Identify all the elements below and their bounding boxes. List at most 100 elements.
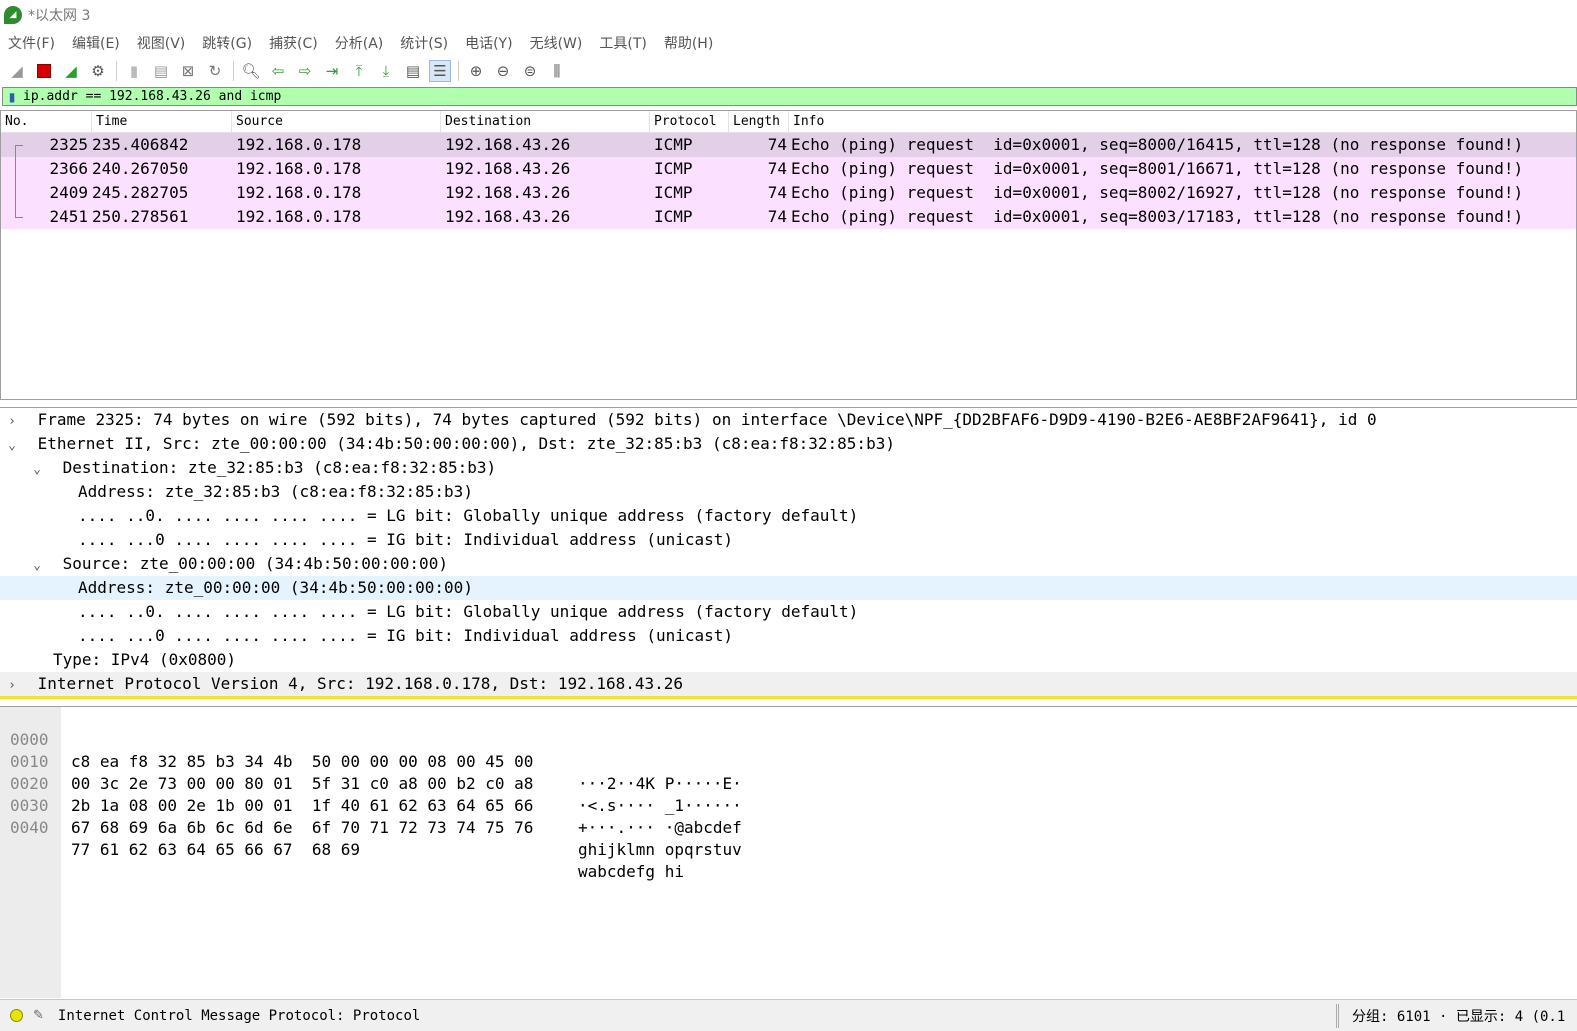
bytes-row[interactable]: 0000 c8 ea f8 32 85 b3 34 4b 50 00 00 00…: [0, 707, 742, 793]
detail-text: Address: zte_00:00:00 (34:4b:50:00:00:00…: [78, 578, 473, 597]
display-filter-input[interactable]: [23, 88, 1523, 105]
go-to-packet-icon[interactable]: ⇥: [321, 60, 343, 82]
packet-info: Echo (ping) request id=0x0001, seq=8002/…: [791, 183, 1524, 202]
packet-protocol: ICMP: [654, 183, 693, 202]
zoom-in-icon[interactable]: ⊕: [465, 60, 487, 82]
restart-capture-icon[interactable]: ◢: [60, 60, 82, 82]
save-file-icon[interactable]: ▤: [150, 60, 172, 82]
status-text: Internet Control Message Protocol: Proto…: [57, 1007, 421, 1024]
last-packet-icon[interactable]: ⤓: [375, 60, 397, 82]
close-file-icon[interactable]: ⊠: [177, 60, 199, 82]
packet-length: 74: [767, 207, 787, 226]
column-header-info[interactable]: Info: [789, 111, 1576, 132]
packet-list-pane: No. Time Source Destination Protocol Len…: [0, 110, 1577, 400]
menu-capture[interactable]: 捕获(C): [269, 33, 318, 53]
menu-telephony[interactable]: 电话(Y): [465, 33, 512, 53]
toolbar-separator: [233, 61, 234, 81]
menu-file[interactable]: 文件(F): [8, 33, 55, 53]
related-packet-line: [15, 181, 16, 205]
packet-row[interactable]: 2409 245.282705 192.168.0.178 192.168.43…: [1, 181, 1576, 205]
zoom-out-icon[interactable]: ⊖: [492, 60, 514, 82]
start-capture-icon[interactable]: ◢: [6, 60, 28, 82]
menu-edit[interactable]: 编辑(E): [72, 33, 120, 53]
menu-go[interactable]: 跳转(G): [202, 33, 252, 53]
menu-tools[interactable]: 工具(T): [599, 33, 646, 53]
detail-row-src-ig-bit[interactable]: .... ...0 .... .... .... .... = IG bit: …: [0, 624, 1577, 648]
bytes-hex: c8 ea f8 32 85 b3 34 4b 50 00 00 00 08 0…: [71, 752, 534, 771]
column-header-protocol[interactable]: Protocol: [650, 111, 729, 132]
menu-view[interactable]: 视图(V): [137, 33, 186, 53]
normal-size-icon[interactable]: ⊜: [519, 60, 541, 82]
bytes-hex: 00 3c 2e 73 00 00 80 01 5f 31 c0 a8 00 b…: [71, 774, 534, 793]
packet-time: 250.278561: [92, 207, 189, 226]
resize-columns-icon[interactable]: ⫼: [546, 60, 568, 82]
colorize-icon[interactable]: ☰: [429, 60, 451, 82]
detail-row-dst-lg-bit[interactable]: .... ..0. .... .... .... .... = LG bit: …: [0, 504, 1577, 528]
detail-text: Destination: zte_32:85:b3 (c8:ea:f8:32:8…: [62, 458, 497, 477]
status-separator: [1336, 1004, 1339, 1028]
related-packet-line: [15, 157, 16, 181]
packet-info: Echo (ping) request id=0x0001, seq=8000/…: [791, 135, 1524, 154]
capture-comment-icon[interactable]: ✎: [33, 1008, 44, 1023]
menu-wireless[interactable]: 无线(W): [530, 33, 583, 53]
packet-row[interactable]: 2325 235.406842 192.168.0.178 192.168.43…: [1, 133, 1576, 157]
packet-count: 分组: 6101 · 已显示: 4 (0.1: [1352, 1009, 1566, 1025]
packet-protocol: ICMP: [654, 159, 693, 178]
detail-row-eth-source[interactable]: ⌄ Source: zte_00:00:00 (34:4b:50:00:00:0…: [0, 552, 1577, 576]
detail-row-frame[interactable]: › Frame 2325: 74 bytes on wire (592 bits…: [0, 408, 1577, 432]
bytes-row[interactable]: 0010 00 3c 2e 73 00 00 80 01 5f 31 c0 a8…: [0, 729, 742, 815]
bookmark-icon[interactable]: ▮: [5, 89, 19, 104]
packet-no: 2451: [49, 207, 88, 226]
column-header-length[interactable]: Length: [729, 111, 789, 132]
capture-options-icon[interactable]: ⚙: [87, 60, 109, 82]
detail-text: Internet Protocol Version 4, Src: 192.16…: [37, 674, 684, 693]
related-packet-tick: [15, 217, 23, 218]
bytes-row[interactable]: 0030 67 68 69 6a 6b 6c 6d 6e 6f 70 71 72…: [0, 773, 742, 859]
detail-row-src-address[interactable]: Address: zte_00:00:00 (34:4b:50:00:00:00…: [0, 576, 1577, 600]
detail-row-dst-address[interactable]: Address: zte_32:85:b3 (c8:ea:f8:32:85:b3…: [0, 480, 1577, 504]
column-header-destination[interactable]: Destination: [441, 111, 650, 132]
reload-file-icon[interactable]: ↻: [204, 60, 226, 82]
first-packet-icon[interactable]: ⤒: [348, 60, 370, 82]
expert-info-icon[interactable]: [10, 1009, 23, 1022]
packet-row[interactable]: 2451 250.278561 192.168.0.178 192.168.43…: [1, 205, 1576, 229]
column-header-time[interactable]: Time: [92, 111, 232, 132]
bytes-ascii: +···.··· ·@abcdef: [578, 818, 742, 837]
bytes-ascii: ···2··4K P·····E·: [578, 774, 742, 793]
go-back-icon[interactable]: ⇦: [267, 60, 289, 82]
auto-scroll-icon[interactable]: ▤: [402, 60, 424, 82]
detail-row-eth-type[interactable]: Type: IPv4 (0x0800): [0, 648, 1577, 672]
column-header-source[interactable]: Source: [232, 111, 441, 132]
packet-row[interactable]: 2366 240.267050 192.168.0.178 192.168.43…: [1, 157, 1576, 181]
expand-arrow-icon[interactable]: ›: [4, 674, 20, 698]
packet-no-cell: 2409: [1, 181, 92, 205]
packet-no: 2409: [49, 183, 88, 202]
expand-arrow-icon[interactable]: ›: [4, 410, 20, 434]
find-packet-icon[interactable]: 🔍︎: [240, 60, 262, 82]
detail-row-ipv4[interactable]: › Internet Protocol Version 4, Src: 192.…: [0, 672, 1577, 699]
collapse-arrow-icon[interactable]: ⌄: [29, 554, 45, 578]
column-header-no[interactable]: No.: [1, 111, 92, 132]
detail-row-eth-destination[interactable]: ⌄ Destination: zte_32:85:b3 (c8:ea:f8:32…: [0, 456, 1577, 480]
menu-analyze[interactable]: 分析(A): [335, 33, 384, 53]
packet-info: Echo (ping) request id=0x0001, seq=8003/…: [791, 207, 1524, 226]
bytes-row[interactable]: 0020 2b 1a 08 00 2e 1b 00 01 1f 40 61 62…: [0, 751, 742, 837]
bytes-row[interactable]: 0040 77 61 62 63 64 65 66 67 68 69 wabcd…: [0, 795, 684, 881]
go-forward-icon[interactable]: ⇨: [294, 60, 316, 82]
stop-capture-icon[interactable]: [33, 60, 55, 82]
menu-statistics[interactable]: 统计(S): [400, 33, 448, 53]
packet-time: 240.267050: [92, 159, 189, 178]
menu-help[interactable]: 帮助(H): [664, 33, 713, 53]
detail-row-src-lg-bit[interactable]: .... ..0. .... .... .... .... = LG bit: …: [0, 600, 1577, 624]
packet-destination: 192.168.43.26: [445, 207, 571, 226]
detail-row-ethernet[interactable]: ⌄ Ethernet II, Src: zte_00:00:00 (34:4b:…: [0, 432, 1577, 456]
packet-destination: 192.168.43.26: [445, 159, 571, 178]
collapse-arrow-icon[interactable]: ⌄: [29, 458, 45, 482]
packet-details-pane: › Frame 2325: 74 bytes on wire (592 bits…: [0, 407, 1577, 699]
open-file-icon[interactable]: ▮: [123, 60, 145, 82]
detail-row-dst-ig-bit[interactable]: .... ...0 .... .... .... .... = IG bit: …: [0, 528, 1577, 552]
packet-list-header: No. Time Source Destination Protocol Len…: [1, 111, 1576, 133]
packet-source: 192.168.0.178: [236, 135, 362, 154]
display-filter-bar: ▮: [2, 87, 1577, 106]
collapse-arrow-icon[interactable]: ⌄: [4, 434, 20, 458]
